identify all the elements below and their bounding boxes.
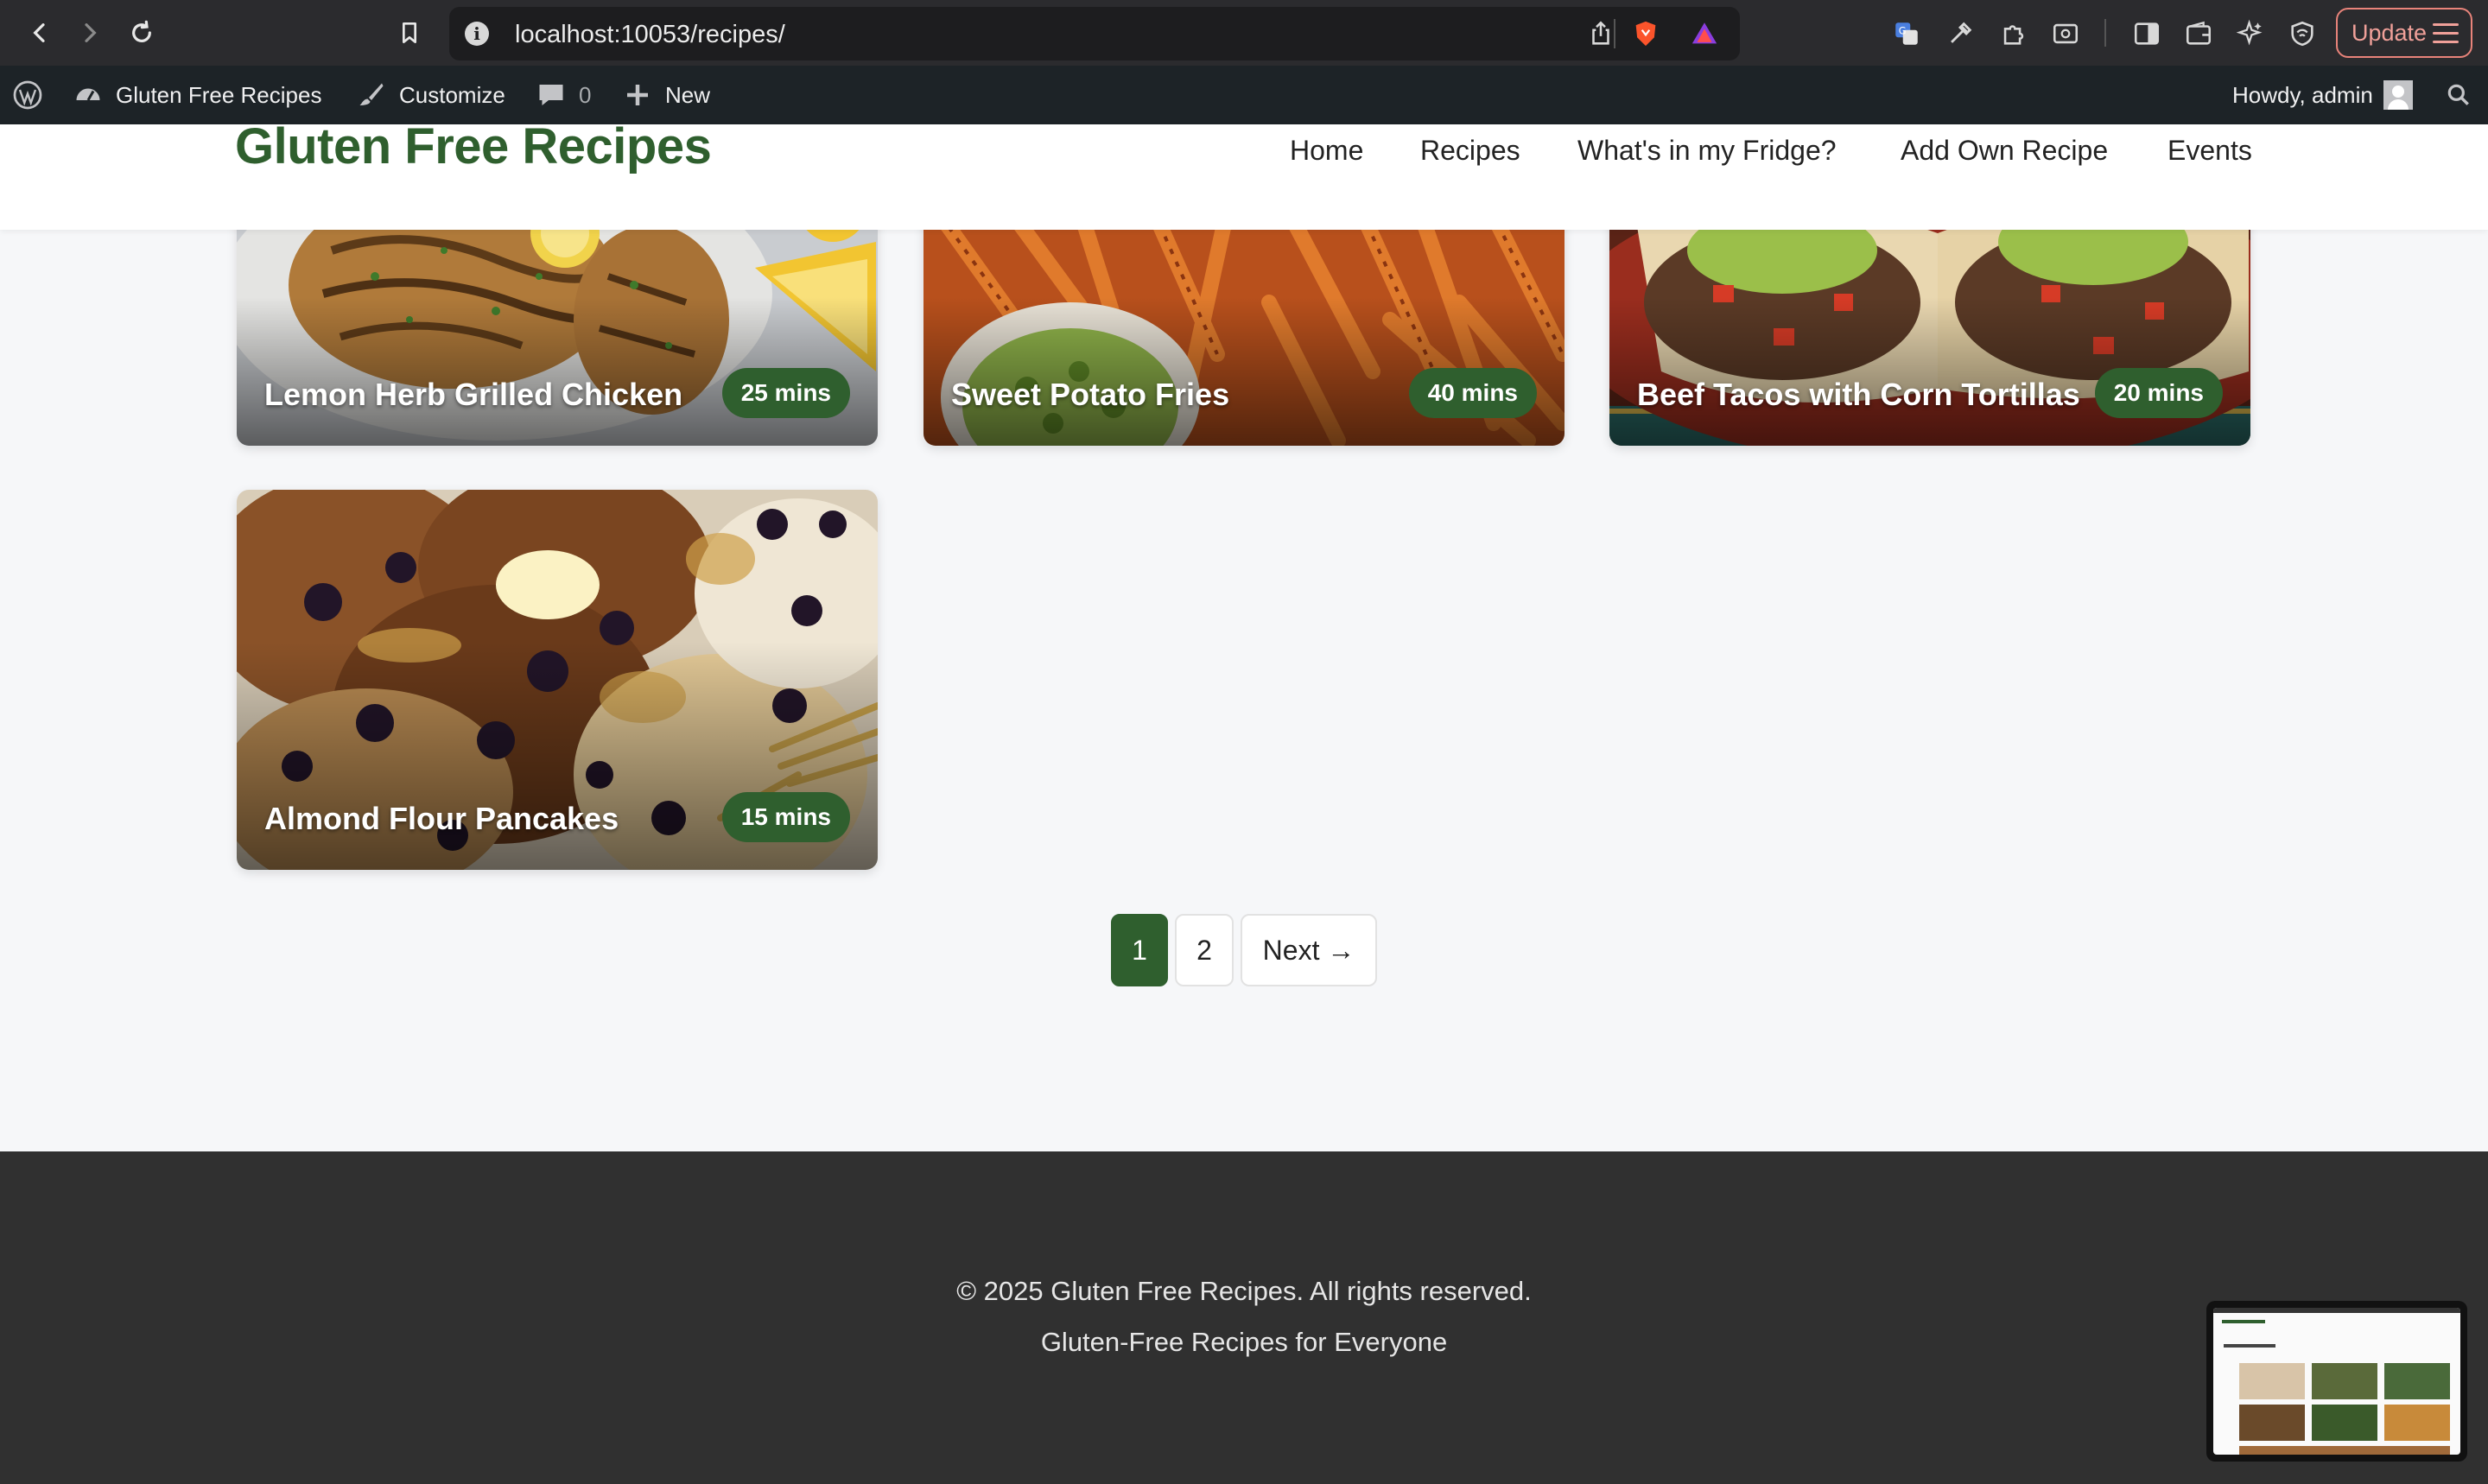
page-1-button[interactable]: 1 [1111,914,1168,986]
leo-ai-icon[interactable] [2234,17,2267,50]
brush-icon [359,83,384,105]
update-button[interactable]: Update [2336,8,2472,58]
divider [1614,19,1615,48]
back-icon[interactable] [22,16,57,50]
recipe-card[interactable]: Sweet Potato Fries 40 mins [923,199,1565,446]
nav-fridge[interactable]: What's in my Fridge? [1577,135,1837,167]
admin-site-link[interactable]: Gluten Free Recipes [73,66,321,124]
address-bar[interactable]: i localhost:10053/recipes/ [449,7,1740,60]
footer-copyright: © 2025 Gluten Free Recipes. All rights r… [956,1276,1532,1306]
recipe-title[interactable]: Sweet Potato Fries [951,377,1229,413]
translate-icon[interactable]: G [1890,17,1923,50]
recipe-time-badge: 25 mins [721,368,850,418]
recipe-card[interactable]: Almond Flour Pancakes 15 mins [237,490,878,870]
site-title[interactable]: Gluten Free Recipes [235,117,712,175]
recipe-time-badge: 15 mins [721,792,850,842]
brave-shield-icon[interactable] [1629,17,1662,50]
admin-account-link[interactable]: Howdy, admin [2232,66,2413,124]
admin-customize-label: Customize [399,81,505,108]
comment-icon [539,85,563,105]
sidebar-icon[interactable] [2130,17,2163,50]
share-icon[interactable] [1584,17,1617,50]
comments-count: 0 [579,81,592,108]
next-page-button[interactable]: Next → [1241,914,1377,986]
nav-add-recipe[interactable]: Add Own Recipe [1901,135,2108,167]
eyedropper-icon[interactable] [1944,17,1977,50]
howdy-label: Howdy, admin [2232,81,2373,108]
plus-icon [627,85,648,105]
reload-icon[interactable] [124,16,159,50]
recipe-time-badge: 20 mins [2094,368,2223,418]
forward-icon[interactable] [73,16,107,50]
dashboard-icon [76,88,100,101]
nav-home[interactable]: Home [1290,135,1363,167]
admin-customize-link[interactable]: Customize [356,66,505,124]
recipe-card[interactable]: Lemon Herb Grilled Chicken 25 mins [237,199,878,446]
brave-rewards-icon[interactable] [1688,17,1721,50]
site-footer: © 2025 Gluten Free Recipes. All rights r… [0,1151,2488,1484]
site-header: Gluten Free Recipes Home Recipes What's … [0,118,2488,230]
avatar [2383,80,2413,110]
nav-recipes[interactable]: Recipes [1420,135,1520,167]
recipe-title[interactable]: Lemon Herb Grilled Chicken [264,377,682,413]
bookmark-icon[interactable] [392,16,427,50]
reader-icon[interactable] [2049,17,2082,50]
admin-site-name: Gluten Free Recipes [116,81,322,108]
wallet-icon[interactable] [2182,17,2215,50]
recipe-time-badge: 40 mins [1408,368,1537,418]
page-preview-thumbnail[interactable] [2206,1301,2467,1462]
nav-events[interactable]: Events [2167,135,2252,167]
recipe-card[interactable]: Beef Tacos with Corn Tortillas 20 mins [1609,199,2250,446]
divider [2104,19,2106,47]
update-label: Update [2352,19,2428,46]
menu-icon [2433,23,2459,44]
svg-text:G: G [1899,25,1907,37]
browser-toolbar: i localhost:10053/recipes/ G Update [0,0,2488,66]
recipe-title[interactable]: Beef Tacos with Corn Tortillas [1637,377,2080,413]
url-text: localhost:10053/recipes/ [515,21,785,48]
vpn-icon[interactable] [2286,17,2319,50]
extensions-icon[interactable] [1997,17,2030,50]
admin-new-link[interactable]: New [622,66,710,124]
admin-comments-link[interactable]: 0 [536,66,591,124]
admin-search-icon[interactable] [2445,66,2485,124]
recipe-title[interactable]: Almond Flour Pancakes [264,801,619,837]
wp-admin-bar: Gluten Free Recipes Customize 0 New Howd… [0,66,2488,124]
page-2-button[interactable]: 2 [1175,914,1234,986]
admin-new-label: New [665,81,711,108]
site-info-icon[interactable]: i [465,22,489,46]
footer-tagline: Gluten-Free Recipes for Everyone [1040,1327,1448,1357]
wordpress-logo-icon[interactable] [12,66,55,124]
thumbnail-content [2213,1308,2460,1455]
